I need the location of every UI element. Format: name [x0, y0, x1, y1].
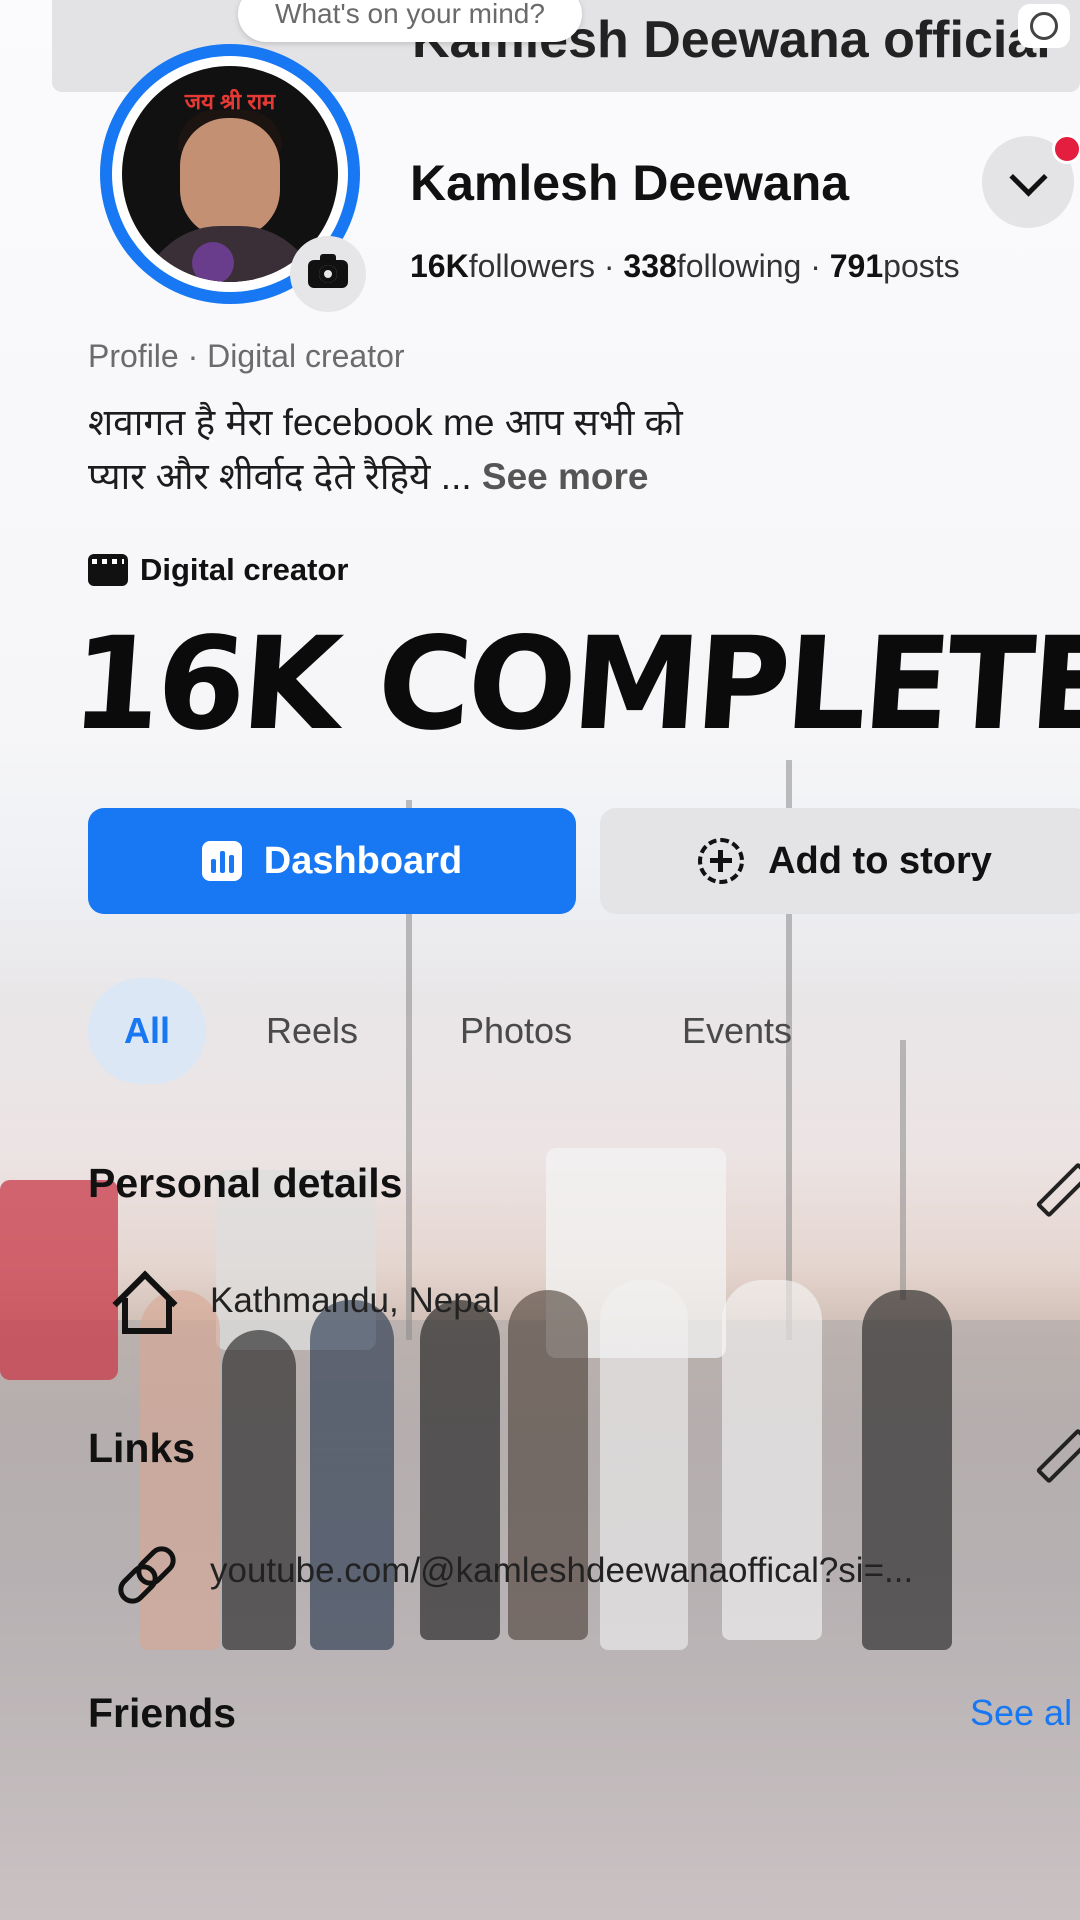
profile-stats: 16Kfollowers · 338following · 791posts [410, 248, 960, 285]
creator-tag-label: Digital creator [140, 552, 349, 587]
tab-all[interactable]: All [88, 978, 206, 1084]
add-to-story-label: Add to story [768, 839, 992, 882]
home-icon [112, 1270, 178, 1336]
composer-bubble[interactable]: What's on your mind? [238, 0, 582, 42]
dashboard-button-label: Dashboard [263, 839, 463, 882]
add-story-icon [698, 838, 745, 884]
chevron-down-icon [1008, 157, 1048, 197]
followers-label[interactable]: followers [469, 248, 595, 284]
background-person [222, 1330, 296, 1650]
personal-details-title: Personal details [88, 1160, 403, 1206]
edit-pencil-icon[interactable] [1034, 1430, 1080, 1476]
creator-tag: Digital creator [88, 552, 348, 588]
profile-name: Kamlesh Deewana [410, 155, 850, 211]
following-label[interactable]: following [677, 248, 802, 284]
links-title: Links [88, 1425, 196, 1471]
link-url: youtube.com/@kamleshdeewanaoffical?si=..… [210, 1551, 914, 1590]
profile-bio: शवागत है मेरा fecebook me आप सभी को प्या… [88, 396, 848, 504]
profile-category: Profile · Digital creator [88, 338, 405, 374]
following-count[interactable]: 338 [623, 248, 676, 284]
camera-icon [308, 254, 348, 288]
stats-separator: · [603, 248, 615, 284]
bio-line-1: शवागत है मेरा fecebook me आप सभी को [88, 402, 683, 443]
friends-see-all-link[interactable]: See al [970, 1692, 1072, 1734]
posts-count[interactable]: 791 [830, 248, 883, 284]
tab-photos[interactable]: Photos [460, 978, 572, 1084]
location-text: Kathmandu, Nepal [210, 1281, 500, 1320]
bio-line-2: प्यार और शीर्वाद देते रैहिये ... [88, 456, 472, 497]
cover-edit-icon[interactable] [1018, 4, 1070, 48]
location-row[interactable]: Kathmandu, Nepal [112, 1270, 500, 1336]
notification-dot [1052, 134, 1080, 164]
clapperboard-icon [88, 554, 128, 586]
tab-events[interactable]: Events [682, 978, 792, 1084]
change-photo-button[interactable] [290, 236, 366, 312]
background-pole [900, 1040, 906, 1300]
background-truck [0, 1180, 118, 1380]
link-icon [112, 1540, 182, 1610]
edit-pencil-icon[interactable] [1034, 1164, 1080, 1210]
see-more-link[interactable]: See more [482, 456, 649, 497]
add-to-story-button[interactable]: Add to story [600, 808, 1080, 914]
link-row[interactable]: youtube.com/@kamleshdeewanaoffical?si=..… [112, 1540, 914, 1610]
tab-reels[interactable]: Reels [266, 978, 358, 1084]
video-overlay-caption: 16K COMPLETE [66, 610, 1080, 759]
posts-label[interactable]: posts [883, 248, 959, 284]
stats-separator: · [810, 248, 821, 284]
followers-count[interactable]: 16K [410, 248, 469, 284]
friends-title: Friends [88, 1690, 237, 1736]
bar-chart-icon [201, 841, 242, 881]
dashboard-button[interactable]: Dashboard [88, 808, 576, 914]
profile-lock-icon [192, 242, 234, 282]
